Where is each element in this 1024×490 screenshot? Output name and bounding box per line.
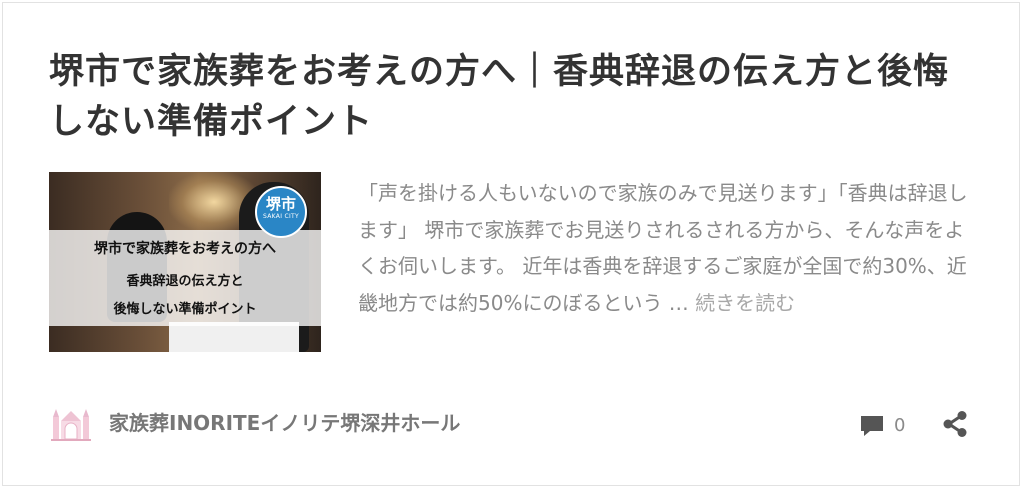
thumbnail-caption-line2: 香典辞退の伝え方と [126, 274, 244, 289]
thumbnail-table [169, 322, 299, 352]
chapel-logo-icon[interactable] [49, 403, 93, 443]
comment-count[interactable]: 0 [894, 415, 905, 436]
sakai-city-badge: 堺市 SAKAI CITY [255, 186, 307, 238]
post-excerpt: 「声を掛ける人もいないので家族のみで見送ります」「香典は辞退します」 堺市で家族… [358, 175, 983, 321]
excerpt-text: 「声を掛ける人もいないので家族のみで見送ります」「香典は辞退します」 堺市で家族… [358, 181, 968, 315]
post-title[interactable]: 堺市で家族葬をお考えの方へ｜香典辞退の伝え方と後悔しない準備ポイント [49, 47, 969, 147]
author-name[interactable]: 家族葬INORITEイノリテ堺深井ホール [109, 407, 460, 436]
badge-main-text: 堺市 [265, 195, 296, 213]
read-more-link[interactable]: 続きを読む [695, 291, 795, 315]
post-card: 堺市で家族葬をお考えの方へ｜香典辞退の伝え方と後悔しない準備ポイント 堺市で家族… [2, 2, 1020, 486]
share-icon[interactable] [941, 410, 969, 438]
thumbnail-caption-line1: 堺市で家族葬をお考えの方へ [94, 241, 276, 257]
comment-bubble-icon[interactable] [859, 413, 885, 439]
badge-sub-text: SAKAI CITY [263, 213, 299, 220]
thumbnail-caption-line3: 後悔しない準備ポイント [113, 302, 257, 317]
